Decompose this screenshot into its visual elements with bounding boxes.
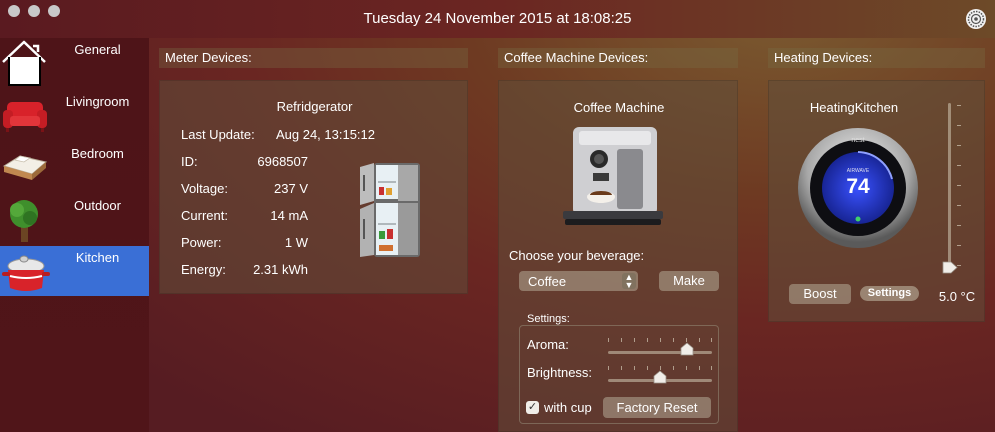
sidebar-item-livingroom[interactable]: Livingroom [0,90,149,140]
brightness-slider-thumb[interactable] [653,370,667,384]
id-value: 6968507 [257,154,308,169]
sidebar-item-label: Bedroom [71,146,124,161]
thermostat-brand: nest [851,137,865,144]
with-cup-label: with cup [544,400,592,415]
sidebar-item-label: Outdoor [74,198,121,213]
aroma-slider[interactable] [608,338,712,356]
coffee-device-name: Coffee Machine [573,100,665,115]
heating-settings-button[interactable]: Settings [860,286,919,301]
id-label: ID: [181,154,198,169]
make-button[interactable]: Make [659,271,719,291]
meter-panel: Refridgerator Last Update: Aug 24, 13:15… [159,80,468,294]
brightness-slider[interactable] [608,366,712,384]
energy-label: Energy: [181,262,226,277]
window-title: Tuesday 24 November 2015 at 18:08:25 [363,10,632,27]
coffee-panel: Coffee Machine Choose your beverage: Cof… [498,80,738,432]
cooking-pot-icon [2,255,50,291]
coffee-section-header: Coffee Machine Devices: [498,48,738,68]
thermostat-display[interactable]: nest AIRWAVE 74 [797,127,919,249]
aroma-slider-thumb[interactable] [680,342,694,356]
sofa-icon [3,102,47,132]
bed-icon [2,155,48,180]
heating-panel: HeatingKitchen nest AIRWAVE 74 Boost Set… [768,80,985,322]
aroma-label: Aroma: [527,337,569,352]
voltage-value: 237 V [274,181,308,196]
heating-section-header: Heating Devices: [768,48,985,68]
with-cup-checkbox[interactable]: ✓ [526,401,539,414]
energy-value: 2.31 kWh [253,262,308,277]
brightness-label: Brightness: [527,365,593,380]
factory-reset-button[interactable]: Factory Reset [603,397,711,418]
last-update-value: Aug 24, 13:15:12 [275,127,375,142]
thermostat-mode: AIRWAVE [846,168,870,174]
power-value: 1 W [284,235,308,250]
title-bar: Tuesday 24 November 2015 at 18:08:25 [0,0,995,38]
boost-button[interactable]: Boost [789,284,851,304]
heating-device-name: HeatingKitchen [809,100,899,115]
refrigerator-image [360,163,420,257]
temperature-slider-thumb[interactable] [942,261,958,274]
sidebar-item-outdoor[interactable]: Outdoor [0,194,149,244]
sidebar-item-label: Livingroom [65,94,130,109]
beverage-select[interactable]: Coffee ▲ ▼ [519,271,638,291]
gear-icon[interactable] [965,8,987,30]
sidebar: General Livingroom Bedroom Outdoor Kitch… [0,38,149,432]
choose-beverage-label: Choose your beverage: [509,248,645,263]
voltage-label: Voltage: [181,181,228,196]
power-label: Power: [181,235,222,250]
coffee-settings-group: Aroma: Brightness: ✓ with cup Factory Re… [519,325,719,424]
tree-icon [10,200,38,242]
sidebar-item-label: General [74,42,121,57]
sidebar-item-bedroom[interactable]: Bedroom [0,142,149,192]
current-value: 14 mA [270,208,308,223]
last-update-label: Last Update: [181,127,255,142]
thermostat-temperature: 74 [846,175,870,198]
sidebar-item-label: Kitchen [75,250,120,265]
sidebar-item-general[interactable]: General [0,38,149,88]
beverage-selected-value: Coffee [528,274,567,289]
current-label: Current: [181,208,228,223]
temperature-readout: 5.0 °C [938,289,976,304]
coffee-machine-image [563,127,663,225]
coffee-settings-label: Settings: [527,313,570,325]
sidebar-item-kitchen[interactable]: Kitchen [0,246,149,296]
house-icon [2,40,46,86]
temperature-slider[interactable] [941,101,961,277]
meter-device-name: Refridgerator [276,99,353,114]
meter-section-header: Meter Devices: [159,48,468,68]
chevron-updown-icon: ▲ ▼ [622,273,636,290]
